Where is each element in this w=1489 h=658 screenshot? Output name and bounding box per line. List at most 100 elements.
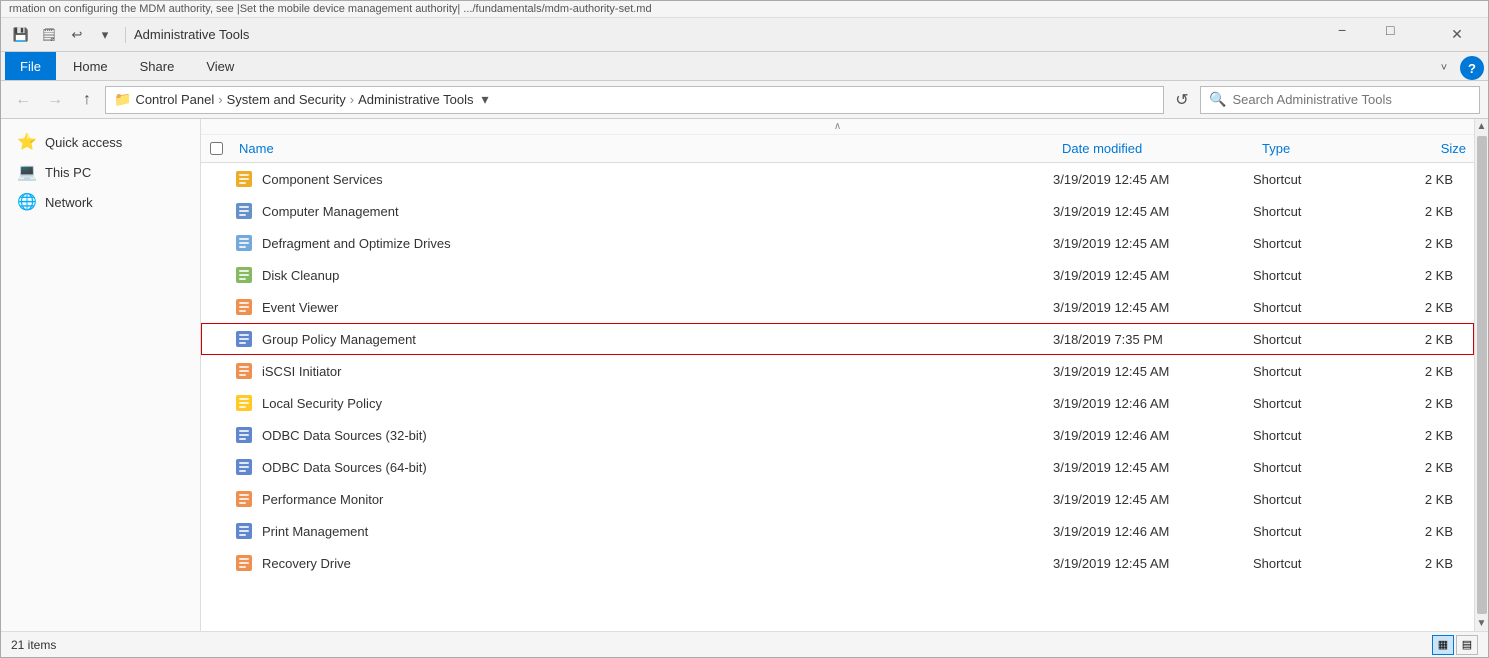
sidebar-item-this-pc[interactable]: 💻 This PC bbox=[1, 157, 200, 187]
file-icon bbox=[232, 231, 256, 255]
undo-button[interactable]: ↩ bbox=[65, 23, 89, 47]
file-icon bbox=[232, 167, 256, 191]
table-row[interactable]: Group Policy Management 3/18/2019 7:35 P… bbox=[201, 323, 1474, 355]
item-count: 21 items bbox=[11, 638, 56, 652]
view-buttons: ▦ ▤ bbox=[1432, 635, 1478, 655]
column-size[interactable]: Size bbox=[1374, 139, 1474, 158]
tab-home[interactable]: Home bbox=[58, 52, 123, 80]
table-row[interactable]: Local Security Policy 3/19/2019 12:46 AM… bbox=[201, 387, 1474, 419]
quick-access-icon: ⭐ bbox=[17, 132, 37, 152]
sidebar: ⭐ Quick access 💻 This PC 🌐 Network bbox=[1, 119, 201, 631]
close-button[interactable]: ✕ bbox=[1434, 22, 1480, 48]
table-row[interactable]: Event Viewer 3/19/2019 12:45 AM Shortcut… bbox=[201, 291, 1474, 323]
file-date: 3/19/2019 12:45 AM bbox=[1053, 364, 1253, 379]
file-icon bbox=[232, 327, 256, 351]
file-name: Group Policy Management bbox=[262, 332, 1053, 347]
file-size: 2 KB bbox=[1373, 364, 1473, 379]
folder-icon: 📁 bbox=[114, 91, 131, 108]
minimize-button[interactable]: − bbox=[1338, 22, 1384, 48]
file-date: 3/19/2019 12:45 AM bbox=[1053, 460, 1253, 475]
breadcrumb-admin-tools[interactable]: Administrative Tools bbox=[358, 92, 473, 107]
column-type[interactable]: Type bbox=[1254, 139, 1374, 158]
tab-view[interactable]: View bbox=[191, 52, 249, 80]
file-size: 2 KB bbox=[1373, 556, 1473, 571]
table-row[interactable]: Disk Cleanup 3/19/2019 12:45 AM Shortcut… bbox=[201, 259, 1474, 291]
table-row[interactable]: Defragment and Optimize Drives 3/19/2019… bbox=[201, 227, 1474, 259]
search-input[interactable] bbox=[1232, 92, 1471, 107]
file-type: Shortcut bbox=[1253, 268, 1373, 283]
address-bar: ← → ↑ 📁 Control Panel › System and Secur… bbox=[1, 81, 1488, 119]
file-area: ∧ Name Date modified Type Size bbox=[201, 119, 1474, 631]
up-button[interactable]: ↑ bbox=[73, 86, 101, 114]
file-name: Local Security Policy bbox=[262, 396, 1053, 411]
refresh-button[interactable]: ↺ bbox=[1168, 86, 1196, 114]
table-row[interactable]: Performance Monitor 3/19/2019 12:45 AM S… bbox=[201, 483, 1474, 515]
sidebar-label-this-pc: This PC bbox=[45, 165, 91, 180]
file-type: Shortcut bbox=[1253, 556, 1373, 571]
scroll-down-button[interactable]: ▼ bbox=[1477, 618, 1487, 629]
save-button[interactable]: 💾 bbox=[9, 23, 33, 47]
back-button[interactable]: ← bbox=[9, 86, 37, 114]
network-icon: 🌐 bbox=[17, 192, 37, 212]
sidebar-item-network[interactable]: 🌐 Network bbox=[1, 187, 200, 217]
select-all-checkbox[interactable] bbox=[201, 142, 231, 155]
file-size: 2 KB bbox=[1373, 332, 1473, 347]
sort-arrow-up: ∧ bbox=[834, 121, 841, 132]
tab-share[interactable]: Share bbox=[125, 52, 190, 80]
select-all-input[interactable] bbox=[210, 142, 223, 155]
undo-dropdown-button[interactable]: ▾ bbox=[93, 23, 117, 47]
file-size: 2 KB bbox=[1373, 460, 1473, 475]
file-list: Component Services 3/19/2019 12:45 AM Sh… bbox=[201, 163, 1474, 631]
help-button[interactable]: ? bbox=[1460, 56, 1484, 80]
file-date: 3/19/2019 12:45 AM bbox=[1053, 172, 1253, 187]
file-size: 2 KB bbox=[1373, 204, 1473, 219]
maximize-button[interactable]: □ bbox=[1386, 22, 1432, 48]
file-type: Shortcut bbox=[1253, 364, 1373, 379]
file-name: Print Management bbox=[262, 524, 1053, 539]
table-row[interactable]: Computer Management 3/19/2019 12:45 AM S… bbox=[201, 195, 1474, 227]
ribbon-tabs: File Home Share View ˅ ? bbox=[1, 52, 1488, 80]
table-row[interactable]: Recovery Drive 3/19/2019 12:45 AM Shortc… bbox=[201, 547, 1474, 579]
file-date: 3/19/2019 12:45 AM bbox=[1053, 300, 1253, 315]
title-bar-left: 💾 🗒 ↩ ▾ Administrative Tools bbox=[9, 23, 249, 47]
forward-button[interactable]: → bbox=[41, 86, 69, 114]
table-row[interactable]: Print Management 3/19/2019 12:46 AM Shor… bbox=[201, 515, 1474, 547]
ribbon-collapse-button[interactable]: ˅ bbox=[1432, 56, 1456, 80]
file-date: 3/18/2019 7:35 PM bbox=[1053, 332, 1253, 347]
scroll-thumb[interactable] bbox=[1477, 136, 1487, 614]
breadcrumb-control-panel[interactable]: Control Panel bbox=[135, 92, 214, 107]
search-box[interactable]: 🔍 bbox=[1200, 86, 1480, 114]
properties-button[interactable]: 🗒 bbox=[37, 23, 61, 47]
table-row[interactable]: ODBC Data Sources (64-bit) 3/19/2019 12:… bbox=[201, 451, 1474, 483]
file-type: Shortcut bbox=[1253, 428, 1373, 443]
scrollbar[interactable]: ▲ ▼ bbox=[1474, 119, 1488, 631]
details-view-button[interactable]: ▦ bbox=[1432, 635, 1454, 655]
column-date-modified[interactable]: Date modified bbox=[1054, 139, 1254, 158]
status-bar: 21 items ▦ ▤ bbox=[1, 631, 1488, 657]
file-date: 3/19/2019 12:46 AM bbox=[1053, 524, 1253, 539]
file-type: Shortcut bbox=[1253, 396, 1373, 411]
file-type: Shortcut bbox=[1253, 332, 1373, 347]
search-icon: 🔍 bbox=[1209, 91, 1226, 108]
this-pc-icon: 💻 bbox=[17, 162, 37, 182]
file-icon bbox=[232, 423, 256, 447]
file-size: 2 KB bbox=[1373, 236, 1473, 251]
list-view-button[interactable]: ▤ bbox=[1456, 635, 1478, 655]
table-row[interactable]: ODBC Data Sources (32-bit) 3/19/2019 12:… bbox=[201, 419, 1474, 451]
file-icon bbox=[232, 295, 256, 319]
file-size: 2 KB bbox=[1373, 396, 1473, 411]
sidebar-item-quick-access[interactable]: ⭐ Quick access bbox=[1, 127, 200, 157]
file-date: 3/19/2019 12:46 AM bbox=[1053, 396, 1253, 411]
breadcrumb-system-security[interactable]: System and Security bbox=[227, 92, 346, 107]
file-date: 3/19/2019 12:45 AM bbox=[1053, 204, 1253, 219]
table-row[interactable]: Component Services 3/19/2019 12:45 AM Sh… bbox=[201, 163, 1474, 195]
table-row[interactable]: iSCSI Initiator 3/19/2019 12:45 AM Short… bbox=[201, 355, 1474, 387]
browser-url-strip: rmation on configuring the MDM authority… bbox=[1, 1, 1488, 18]
column-name[interactable]: Name bbox=[231, 139, 1054, 158]
scroll-up-button[interactable]: ▲ bbox=[1477, 121, 1487, 132]
address-path[interactable]: 📁 Control Panel › System and Security › … bbox=[105, 86, 1164, 114]
tab-file[interactable]: File bbox=[5, 52, 56, 80]
address-dropdown-button[interactable]: ▾ bbox=[478, 89, 493, 110]
file-name: Component Services bbox=[262, 172, 1053, 187]
file-size: 2 KB bbox=[1373, 524, 1473, 539]
